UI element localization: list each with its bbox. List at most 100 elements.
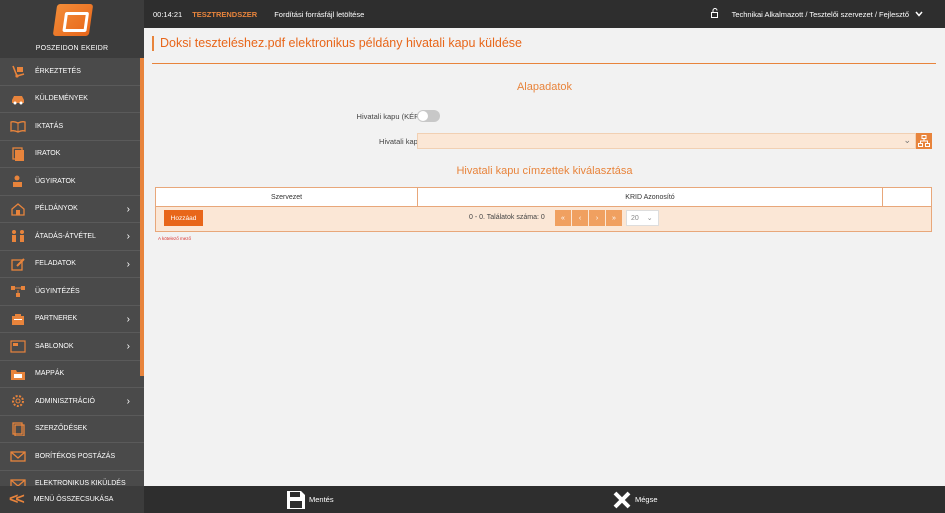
chevron-right-icon: ›	[126, 313, 130, 325]
first-page-button[interactable]: «	[555, 210, 571, 226]
chevron-right-icon: ›	[126, 258, 130, 270]
sidebar-item-4[interactable]: IRATOK	[0, 141, 144, 168]
prev-page-button[interactable]: ‹	[572, 210, 588, 226]
sidebar-item-8[interactable]: FELADATOK ›	[0, 251, 144, 278]
chevron-down-icon: ⌄	[646, 215, 653, 222]
sidebar-item-11[interactable]: SABLONOK ›	[0, 333, 144, 361]
sidebar-item-5[interactable]: ÜGYIRATOK	[0, 168, 144, 196]
double-chevron-right-icon: »	[612, 214, 616, 222]
recipients-table: Szervezet KRID Azonosító Hozzáad 0 - 0. …	[155, 187, 932, 232]
sidebar-item-label: KÜLDEMÉNYEK	[35, 95, 88, 103]
chevron-right-icon: ›	[126, 203, 130, 215]
section-title-recipients: Hivatali kapu címzettek kiválasztása	[456, 165, 633, 177]
cancel-label: Mégse	[635, 495, 658, 504]
sidebar-item-label: BORÍTÉKOS POSTÁZÁS	[35, 452, 116, 460]
person-document-icon	[9, 174, 26, 189]
org-tree-icon	[918, 135, 930, 147]
documents-icon	[9, 146, 26, 161]
sidebar-item-10[interactable]: PARTNEREK ›	[0, 306, 144, 333]
close-icon	[613, 491, 631, 508]
section-title-basic: Alapadatok	[516, 81, 573, 93]
user-info: Technikai Alkalmazott / Tesztelői szerve…	[731, 9, 909, 19]
table-header: Szervezet KRID Azonosító	[156, 188, 931, 207]
cancel-button[interactable]: Mégse	[612, 486, 658, 513]
envelope-icon	[9, 449, 26, 464]
sidebar-item-label: ÁTADÁS-ÁTVÉTEL	[35, 232, 96, 240]
save-button[interactable]: Mentés	[286, 486, 334, 513]
bottom-action-bar: Mentés Mégse	[144, 486, 945, 513]
template-icon	[9, 339, 26, 354]
chevron-right-icon: ›	[595, 214, 599, 222]
sidebar-item-16[interactable]: ELEKTRONIKUS KIKÜLDÉS	[0, 471, 144, 486]
folder-icon	[9, 366, 26, 381]
save-icon	[287, 490, 305, 509]
sidebar-item-7[interactable]: ÁTADÁS-ÁTVÉTEL ›	[0, 223, 144, 251]
chevron-down-icon: ⌄	[903, 135, 911, 145]
app-name: POSZEIDON EKEIDR	[35, 45, 109, 52]
environment-badge: TESZTRENDSZER	[192, 9, 258, 19]
main-content: Doksi teszteléshez.pdf elektronikus péld…	[144, 28, 945, 486]
sidebar-item-3[interactable]: IKTATÁS	[0, 113, 144, 141]
last-page-button[interactable]: »	[606, 210, 622, 226]
user-menu[interactable]: Technikai Alkalmazott / Tesztelői szerve…	[710, 8, 923, 20]
column-header-szervezet[interactable]: Szervezet	[156, 188, 418, 206]
select-label: Hivatali kapu	[379, 137, 422, 146]
logo-area: POSZEIDON EKEIDR	[0, 0, 144, 58]
add-button[interactable]: Hozzáad	[164, 210, 203, 226]
sidebar-item-label: ÜGYIRATOK	[35, 177, 76, 185]
pager-summary: 0 - 0. Találatok száma: 0	[469, 214, 545, 221]
open-book-icon	[9, 119, 26, 134]
title-divider	[152, 63, 936, 64]
chevron-right-icon: ›	[126, 396, 130, 407]
sidebar-item-label: IRATOK	[35, 150, 61, 158]
sidebar-item-13[interactable]: ADMINISZTRÁCIÓ ›	[0, 388, 144, 416]
sidebar-item-label: PÉLDÁNYOK	[35, 205, 78, 213]
session-timer: 00:14:21	[153, 9, 183, 19]
sidebar-item-1[interactable]: ÉRKEZTETÉS	[0, 58, 144, 86]
unlock-icon[interactable]	[710, 8, 720, 20]
car-icon	[9, 91, 26, 106]
hivatali-kapu-toggle[interactable]	[417, 110, 440, 122]
sidebar-item-label: ÉRKEZTETÉS	[35, 67, 81, 75]
sidebar-menu: ÉRKEZTETÉS KÜLDEMÉNYEK IKTATÁS IRATOK ÜGYIRA…	[0, 58, 144, 486]
edit-task-icon	[9, 256, 26, 271]
sidebar-item-6[interactable]: PÉLDÁNYOK ›	[0, 196, 144, 223]
house-document-icon	[9, 201, 26, 216]
contract-icon	[9, 421, 26, 436]
sidebar-item-label: FELADATOK	[35, 260, 76, 268]
download-translation-link[interactable]: Fordítási forrásfájl letöltése	[274, 10, 364, 19]
double-chevron-left-icon: «	[561, 214, 565, 222]
sidebar-item-15[interactable]: BORÍTÉKOS POSTÁZÁS	[0, 443, 144, 471]
page-title: Doksi teszteléshez.pdf elektronikus péld…	[152, 36, 522, 51]
sidebar-item-label: IKTATÁS	[35, 122, 64, 130]
sidebar-item-label: SABLONOK	[35, 342, 74, 350]
sidebar-item-label: ADMINISZTRÁCIÓ	[35, 397, 95, 405]
collapse-menu-button[interactable]: << MENÜ ÖSSZECSUKÁSA	[0, 486, 144, 513]
sidebar-item-14[interactable]: SZERZŐDÉSEK	[0, 416, 144, 443]
chevron-down-icon[interactable]	[915, 9, 923, 19]
hand-truck-icon	[9, 64, 26, 79]
column-header-krid[interactable]: KRID Azonosító	[418, 188, 883, 206]
chevron-left-icon: ‹	[578, 214, 582, 222]
page-size-select[interactable]: 20 ⌄	[626, 210, 659, 226]
chevron-right-icon: ›	[126, 341, 130, 352]
workflow-icon	[9, 284, 26, 299]
hivatali-kapu-select[interactable]: ⌄	[417, 133, 916, 149]
sidebar-item-2[interactable]: KÜLDEMÉNYEK	[0, 86, 144, 113]
sidebar-item-label: ÜGYINTÉZÉS	[35, 287, 80, 295]
mail-send-icon	[9, 476, 26, 486]
collapse-menu-label: MENÜ ÖSSZECSUKÁSA	[33, 496, 114, 503]
page-size-value: 20	[631, 214, 639, 222]
sidebar-item-9[interactable]: ÜGYINTÉZÉS	[0, 278, 144, 306]
sidebar-item-label: MAPPÁK	[35, 370, 65, 378]
chevron-right-icon: ›	[126, 231, 130, 242]
app-logo	[52, 4, 94, 36]
handover-icon	[9, 229, 26, 244]
save-label: Mentés	[309, 495, 334, 504]
sidebar-item-label: SZERZŐDÉSEK	[35, 425, 88, 433]
sidebar-item-12[interactable]: MAPPÁK	[0, 361, 144, 388]
double-chevron-left-icon: <<	[9, 490, 25, 508]
column-header-actions	[883, 188, 931, 206]
tree-select-button[interactable]	[916, 133, 932, 149]
next-page-button[interactable]: ›	[589, 210, 605, 226]
